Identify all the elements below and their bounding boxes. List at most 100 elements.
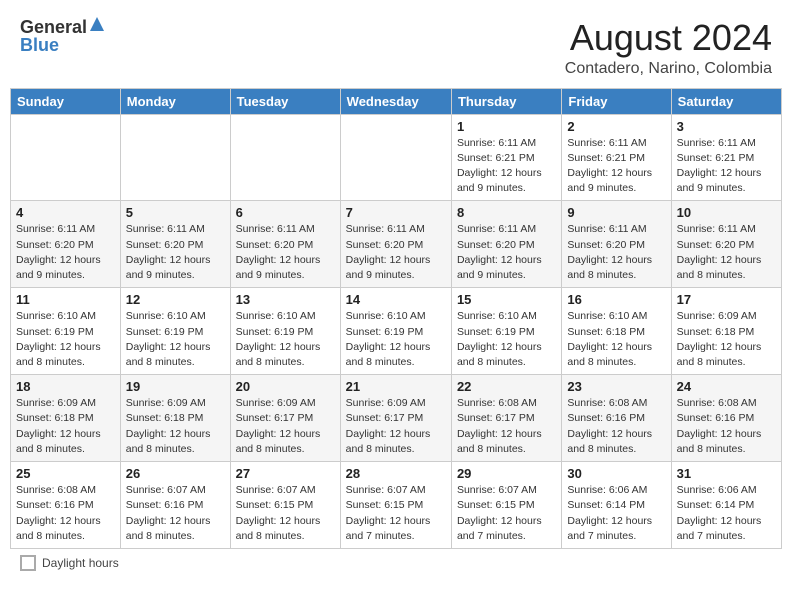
calendar-cell: 3 Sunrise: 6:11 AM Sunset: 6:21 PM Daylig… (671, 114, 781, 201)
calendar-cell: 31 Sunrise: 6:06 AM Sunset: 6:14 PM Dayli… (671, 462, 781, 549)
calendar-cell: 17Sunrise: 6:09 AM Sunset: 6:18 PM Dayli… (671, 288, 781, 375)
day-number: 29 (457, 466, 556, 481)
calendar-cell: 14 Sunrise: 6:10 AM Sunset: 6:19 PM Dayli… (340, 288, 451, 375)
day-info: Sunrise: 6:09 AM Sunset: 6:18 PM Dayligh… (16, 396, 115, 457)
day-info: Sunrise: 6:10 AM Sunset: 6:19 PM Dayligh… (457, 309, 556, 370)
day-number: 31 (677, 466, 776, 481)
day-info: Sunrise: 6:08 AM Sunset: 6:16 PM Dayligh… (16, 483, 115, 544)
calendar-cell: 10Sunrise: 6:11 AM Sunset: 6:20 PM Dayli… (671, 201, 781, 288)
day-info: Sunrise: 6:09 AM Sunset: 6:17 PM Dayligh… (346, 396, 446, 457)
calendar-cell: 30 Sunrise: 6:06 AM Sunset: 6:14 PM Dayli… (562, 462, 671, 549)
day-info: Sunrise: 6:10 AM Sunset: 6:19 PM Dayligh… (346, 309, 446, 370)
calendar-cell: 19Sunrise: 6:09 AM Sunset: 6:18 PM Dayli… (120, 375, 230, 462)
day-number: 18 (16, 379, 115, 394)
day-info: Sunrise: 6:11 AM Sunset: 6:21 PM Dayligh… (677, 136, 776, 197)
calendar-cell: 20 Sunrise: 6:09 AM Sunset: 6:17 PM Dayli… (230, 375, 340, 462)
day-number: 22 (457, 379, 556, 394)
day-number: 3 (677, 119, 776, 134)
day-info: Sunrise: 6:10 AM Sunset: 6:19 PM Dayligh… (126, 309, 225, 370)
day-number: 26 (126, 466, 225, 481)
day-info: Sunrise: 6:11 AM Sunset: 6:20 PM Dayligh… (16, 222, 115, 283)
day-number: 28 (346, 466, 446, 481)
calendar-header-friday: Friday (562, 88, 671, 114)
day-info: Sunrise: 6:07 AM Sunset: 6:15 PM Dayligh… (457, 483, 556, 544)
day-info: Sunrise: 6:06 AM Sunset: 6:14 PM Dayligh… (677, 483, 776, 544)
day-number: 15 (457, 292, 556, 307)
calendar-header-saturday: Saturday (671, 88, 781, 114)
title-area: August 2024 Contadero, Narino, Colombia (565, 18, 772, 78)
day-number: 16 (567, 292, 665, 307)
calendar-table: SundayMondayTuesdayWednesdayThursdayFrid… (10, 88, 782, 549)
day-info: Sunrise: 6:11 AM Sunset: 6:20 PM Dayligh… (126, 222, 225, 283)
day-number: 1 (457, 119, 556, 134)
day-number: 4 (16, 205, 115, 220)
calendar-cell: 2Sunrise: 6:11 AM Sunset: 6:21 PM Daylig… (562, 114, 671, 201)
day-number: 20 (236, 379, 335, 394)
day-number: 23 (567, 379, 665, 394)
day-number: 10 (677, 205, 776, 220)
day-number: 5 (126, 205, 225, 220)
legend-box (20, 555, 36, 571)
calendar-cell: 25Sunrise: 6:08 AM Sunset: 6:16 PM Dayli… (11, 462, 121, 549)
calendar-cell (230, 114, 340, 201)
page-header: General Blue August 2024 Contadero, Nari… (10, 10, 782, 82)
day-info: Sunrise: 6:11 AM Sunset: 6:20 PM Dayligh… (457, 222, 556, 283)
calendar-header-row: SundayMondayTuesdayWednesdayThursdayFrid… (11, 88, 782, 114)
logo-general: General (20, 18, 87, 36)
calendar-header-thursday: Thursday (451, 88, 561, 114)
calendar-cell: 26 Sunrise: 6:07 AM Sunset: 6:16 PM Dayli… (120, 462, 230, 549)
calendar-cell: 24 Sunrise: 6:08 AM Sunset: 6:16 PM Dayli… (671, 375, 781, 462)
day-number: 9 (567, 205, 665, 220)
legend-label: Daylight hours (42, 556, 119, 570)
logo-blue: Blue (20, 36, 59, 54)
day-info: Sunrise: 6:10 AM Sunset: 6:19 PM Dayligh… (236, 309, 335, 370)
legend: Daylight hours (10, 549, 782, 573)
day-number: 12 (126, 292, 225, 307)
day-number: 6 (236, 205, 335, 220)
day-number: 21 (346, 379, 446, 394)
day-number: 2 (567, 119, 665, 134)
day-info: Sunrise: 6:09 AM Sunset: 6:18 PM Dayligh… (677, 309, 776, 370)
calendar-cell: 13 Sunrise: 6:10 AM Sunset: 6:19 PM Dayli… (230, 288, 340, 375)
day-info: Sunrise: 6:07 AM Sunset: 6:15 PM Dayligh… (346, 483, 446, 544)
calendar-cell: 12 Sunrise: 6:10 AM Sunset: 6:19 PM Dayli… (120, 288, 230, 375)
day-number: 19 (126, 379, 225, 394)
calendar-cell: 4 Sunrise: 6:11 AM Sunset: 6:20 PM Daylig… (11, 201, 121, 288)
day-info: Sunrise: 6:06 AM Sunset: 6:14 PM Dayligh… (567, 483, 665, 544)
calendar-cell: 9 Sunrise: 6:11 AM Sunset: 6:20 PM Daylig… (562, 201, 671, 288)
calendar-cell: 7Sunrise: 6:11 AM Sunset: 6:20 PM Daylig… (340, 201, 451, 288)
calendar-cell: 21 Sunrise: 6:09 AM Sunset: 6:17 PM Dayli… (340, 375, 451, 462)
day-number: 8 (457, 205, 556, 220)
calendar-cell: 1Sunrise: 6:11 AM Sunset: 6:21 PM Daylig… (451, 114, 561, 201)
day-info: Sunrise: 6:10 AM Sunset: 6:19 PM Dayligh… (16, 309, 115, 370)
day-number: 13 (236, 292, 335, 307)
calendar-cell: 18 Sunrise: 6:09 AM Sunset: 6:18 PM Dayli… (11, 375, 121, 462)
calendar-week-row: 18 Sunrise: 6:09 AM Sunset: 6:18 PM Dayli… (11, 375, 782, 462)
calendar-header-sunday: Sunday (11, 88, 121, 114)
calendar-cell: 27Sunrise: 6:07 AM Sunset: 6:15 PM Dayli… (230, 462, 340, 549)
calendar-header-wednesday: Wednesday (340, 88, 451, 114)
calendar-cell: 22 Sunrise: 6:08 AM Sunset: 6:17 PM Dayli… (451, 375, 561, 462)
calendar-week-row: 1 Sunrise: 6:11 AM Sunset: 6:21 PM Daylig… (11, 114, 782, 201)
day-number: 24 (677, 379, 776, 394)
day-info: Sunrise: 6:08 AM Sunset: 6:17 PM Dayligh… (457, 396, 556, 457)
calendar-cell: 23 Sunrise: 6:08 AM Sunset: 6:16 PM Dayli… (562, 375, 671, 462)
calendar-cell: 6Sunrise: 6:11 AM Sunset: 6:20 PM Daylig… (230, 201, 340, 288)
calendar-cell: 28 Sunrise: 6:07 AM Sunset: 6:15 PM Dayli… (340, 462, 451, 549)
day-number: 30 (567, 466, 665, 481)
calendar-cell: 15 Sunrise: 6:10 AM Sunset: 6:19 PM Dayli… (451, 288, 561, 375)
day-number: 7 (346, 205, 446, 220)
day-info: Sunrise: 6:09 AM Sunset: 6:17 PM Dayligh… (236, 396, 335, 457)
day-info: Sunrise: 6:08 AM Sunset: 6:16 PM Dayligh… (677, 396, 776, 457)
logo: General Blue (20, 18, 104, 54)
day-info: Sunrise: 6:11 AM Sunset: 6:20 PM Dayligh… (567, 222, 665, 283)
month-title: August 2024 (565, 18, 772, 58)
day-info: Sunrise: 6:08 AM Sunset: 6:16 PM Dayligh… (567, 396, 665, 457)
calendar-cell: 8 Sunrise: 6:11 AM Sunset: 6:20 PM Daylig… (451, 201, 561, 288)
calendar-cell: 29 Sunrise: 6:07 AM Sunset: 6:15 PM Dayli… (451, 462, 561, 549)
location-title: Contadero, Narino, Colombia (565, 60, 772, 78)
day-info: Sunrise: 6:07 AM Sunset: 6:16 PM Dayligh… (126, 483, 225, 544)
calendar-cell (120, 114, 230, 201)
calendar-week-row: 25Sunrise: 6:08 AM Sunset: 6:16 PM Dayli… (11, 462, 782, 549)
day-number: 14 (346, 292, 446, 307)
